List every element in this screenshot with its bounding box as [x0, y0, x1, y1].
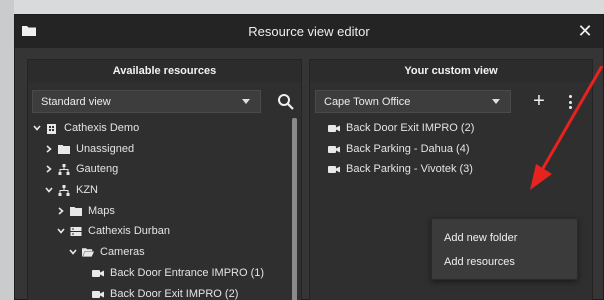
- building-icon: [46, 123, 58, 134]
- tree-item-label: Maps: [88, 205, 115, 217]
- camera-icon: [328, 123, 340, 134]
- add-resources-menu-item[interactable]: Add resources: [444, 253, 515, 271]
- available-resources-header: Available resources: [28, 60, 301, 82]
- custom-view-item-label: Back Parking - Dahua (4): [346, 143, 470, 155]
- custom-view-item[interactable]: Back Door Exit IMPRO (2): [328, 118, 474, 138]
- chevron-down-icon[interactable]: [44, 187, 54, 193]
- tree-item-camera[interactable]: Back Door Exit IMPRO (2): [92, 284, 238, 300]
- tree-item-label: Cathexis Demo: [64, 122, 140, 134]
- network-icon: [58, 184, 70, 196]
- search-button[interactable]: [277, 93, 295, 111]
- tree-item-label: Cathexis Durban: [88, 225, 170, 237]
- context-menu: Add new folder Add resources: [431, 218, 578, 280]
- custom-view-select-value: Cape Town Office: [324, 95, 411, 108]
- camera-icon: [92, 289, 104, 300]
- tree-item-cathexis-demo[interactable]: Cathexis Demo: [32, 118, 139, 138]
- tree-item-camera[interactable]: Back Door Entrance IMPRO (1): [92, 263, 264, 283]
- chevron-right-icon[interactable]: [56, 207, 66, 215]
- tree-item-gauteng[interactable]: Gauteng: [44, 159, 118, 179]
- chevron-right-icon[interactable]: [44, 145, 54, 153]
- custom-view-item[interactable]: Back Parking - Vivotek (3): [328, 159, 473, 179]
- tree-item-label: Back Door Entrance IMPRO (1): [110, 267, 265, 279]
- camera-icon: [92, 268, 104, 279]
- add-new-folder-menu-item[interactable]: Add new folder: [444, 229, 517, 247]
- tree-item-unassigned[interactable]: Unassigned: [44, 139, 134, 159]
- custom-view-item-label: Back Parking - Vivotek (3): [346, 163, 473, 175]
- dialog-titlebar: Resource view editor ✕: [15, 15, 603, 48]
- tree-item-maps[interactable]: Maps: [56, 201, 115, 221]
- tree-scrollbar[interactable]: [292, 118, 297, 300]
- chevron-down-icon[interactable]: [32, 125, 42, 131]
- tree-item-label: Gauteng: [76, 163, 119, 175]
- tree-item-label: Back Door Exit IMPRO (2): [110, 288, 239, 300]
- custom-view-item-label: Back Door Exit IMPRO (2): [346, 122, 475, 134]
- kebab-dot: [568, 100, 572, 104]
- network-icon: [58, 163, 70, 175]
- chevron-down-icon[interactable]: [68, 249, 78, 255]
- custom-view-item[interactable]: Back Parking - Dahua (4): [328, 139, 470, 159]
- folder-icon: [70, 206, 82, 217]
- folder-open-icon: [82, 247, 94, 258]
- search-icon: [278, 94, 294, 110]
- folder-icon: [58, 144, 70, 155]
- camera-icon: [328, 144, 340, 155]
- scrollbar-thumb[interactable]: [292, 118, 297, 300]
- kebab-dot: [568, 106, 572, 109]
- chevron-down-icon[interactable]: [56, 228, 66, 234]
- dropdown-caret-icon: [242, 99, 250, 104]
- tree-item-label: KZN: [76, 184, 98, 196]
- available-resources-panel: Available resources Standard view Cathex…: [27, 59, 302, 300]
- custom-view-select[interactable]: Cape Town Office: [315, 90, 511, 113]
- more-options-button[interactable]: [565, 93, 575, 111]
- tree-item-label: Unassigned: [76, 143, 135, 155]
- close-button[interactable]: ✕: [577, 22, 593, 40]
- server-icon: [70, 226, 82, 237]
- kebab-dot: [568, 95, 572, 98]
- dialog-title: Resource view editor: [248, 24, 370, 39]
- standard-view-select[interactable]: Standard view: [32, 90, 261, 113]
- tree-item-cathexis-durban[interactable]: Cathexis Durban: [56, 221, 170, 241]
- custom-view-header: Your custom view: [310, 60, 592, 82]
- chevron-right-icon[interactable]: [44, 165, 54, 173]
- dropdown-caret-icon: [492, 99, 500, 104]
- tree-item-label: Cameras: [100, 246, 145, 258]
- camera-icon: [328, 164, 340, 175]
- tree-item-kzn[interactable]: KZN: [44, 180, 98, 200]
- add-button[interactable]: +: [529, 91, 549, 111]
- standard-view-select-value: Standard view: [41, 95, 111, 108]
- tree-item-cameras[interactable]: Cameras: [68, 242, 145, 262]
